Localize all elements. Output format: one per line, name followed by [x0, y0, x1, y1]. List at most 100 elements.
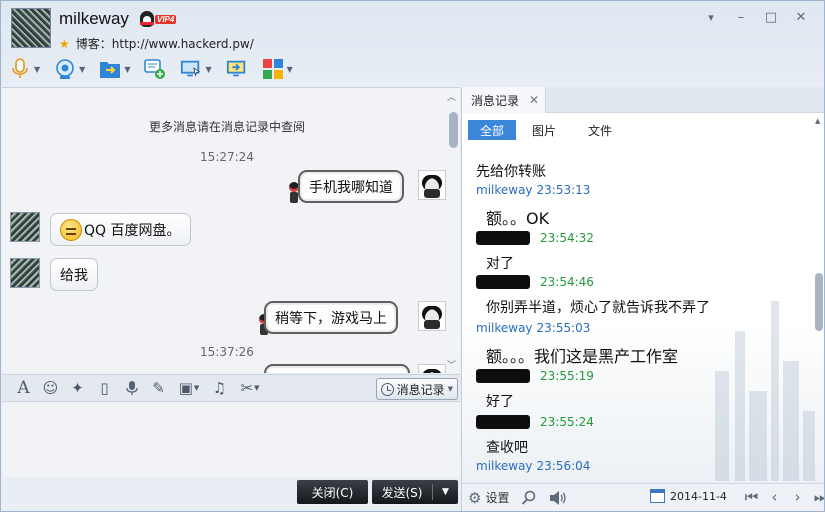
- folder-transfer-icon: [99, 58, 121, 80]
- doodle-icon[interactable]: ✎: [145, 379, 172, 397]
- font-icon[interactable]: A: [10, 378, 37, 398]
- history-scrollbar[interactable]: ▲ ▼: [815, 117, 823, 497]
- gear-icon: ⚙: [468, 488, 482, 507]
- music-icon[interactable]: ♫: [206, 379, 233, 397]
- history-message: 额。。。我们这是黑产工作室: [486, 347, 679, 366]
- filter-images[interactable]: 图片: [516, 120, 572, 140]
- add-chat-icon: [144, 58, 166, 80]
- history-meta: milkeway 23:56:04: [476, 459, 590, 473]
- message-history-button[interactable]: 消息记录 ▼: [375, 378, 458, 400]
- incoming-message[interactable]: 给我: [50, 258, 98, 291]
- history-message: 对了: [486, 256, 514, 272]
- history-time: 23:55:03: [536, 321, 591, 335]
- magic-emoticon-icon[interactable]: ✦: [64, 379, 91, 397]
- tab-message-history[interactable]: 消息记录 ✕: [462, 87, 546, 113]
- history-message: 先给你转账: [476, 164, 546, 180]
- contact-avatar-small[interactable]: [10, 212, 40, 242]
- chevron-down-icon[interactable]: ▼: [34, 65, 40, 74]
- history-footer: ⚙ 设置 2014-11-4 ⏮ ‹ › ⏭: [462, 483, 824, 511]
- close-icon[interactable]: ✕: [529, 93, 539, 107]
- calendar-icon: [650, 489, 665, 503]
- more-messages-notice[interactable]: 更多消息请在消息记录中查阅: [2, 118, 452, 135]
- message-input[interactable]: [2, 403, 460, 477]
- close-window-button[interactable]: ✕: [786, 7, 816, 27]
- history-scrollbar-thumb[interactable]: [815, 273, 823, 331]
- star-icon: ★: [59, 36, 70, 51]
- contact-avatar[interactable]: [11, 8, 51, 48]
- volume-button[interactable]: [549, 490, 567, 506]
- history-sender[interactable]: milkeway: [476, 459, 533, 473]
- chevron-down-icon[interactable]: ▼: [205, 65, 211, 74]
- remote-assist-button[interactable]: ▼: [180, 58, 212, 80]
- emoji-icon[interactable]: ☺: [37, 379, 64, 397]
- redacted-sender: [476, 275, 530, 289]
- create-group-chat-button[interactable]: [144, 58, 166, 80]
- emoji-icon: [60, 218, 82, 241]
- outgoing-message[interactable]: 手机我哪知道: [298, 170, 404, 203]
- first-page-icon[interactable]: ⏮: [740, 488, 763, 506]
- send-options-chevron-icon[interactable]: ▼: [433, 487, 458, 497]
- shake-icon[interactable]: ▯: [91, 379, 118, 397]
- image-icon[interactable]: ▣ ▼: [172, 379, 206, 397]
- voice-call-button[interactable]: ▼: [9, 58, 40, 80]
- video-call-button[interactable]: ▼: [54, 58, 85, 80]
- clock-icon: [380, 382, 394, 396]
- history-pagination: ⏮ ‹ › ⏭: [740, 488, 824, 506]
- chevron-down-icon[interactable]: ▼: [124, 65, 130, 74]
- screenshot-icon[interactable]: ✂ ▼: [233, 379, 267, 397]
- contact-nickname[interactable]: milkeway: [59, 9, 129, 29]
- chevron-down-icon[interactable]: ▼: [79, 65, 85, 74]
- message-history-label: 消息记录: [396, 382, 445, 397]
- outgoing-message[interactable]: 稍等下，游戏马上: [264, 301, 398, 334]
- contact-signature: ★ 博客： http://www.hackerd.pw/: [59, 35, 254, 52]
- date-picker[interactable]: 2014-11-4: [650, 489, 727, 503]
- history-filter-tabs: 全部 图片 文件: [468, 120, 628, 140]
- scroll-down-icon[interactable]: ﹀: [447, 358, 456, 371]
- last-page-icon[interactable]: ⏭: [809, 488, 824, 506]
- my-avatar[interactable]: [418, 364, 446, 373]
- minimize-button[interactable]: –: [726, 7, 756, 27]
- window-menu-button[interactable]: ▾: [696, 7, 726, 27]
- maximize-button[interactable]: □: [756, 7, 786, 27]
- outgoing-message-partial[interactable]: [264, 364, 410, 373]
- history-message: 额。。OK: [486, 209, 550, 228]
- qq-chat-window: milkeway VIP4 ★ 博客： http://www.hackerd.p…: [0, 0, 825, 512]
- history-message: 你别弄半道，烦心了就告诉我不弄了: [486, 300, 710, 316]
- history-time: 23:54:32: [540, 231, 594, 245]
- close-chat-button[interactable]: 关闭(C): [297, 480, 368, 504]
- scroll-up-icon[interactable]: ︿: [447, 90, 456, 103]
- send-file-button[interactable]: ▼: [99, 58, 130, 80]
- history-meta: 23:54:46: [476, 275, 594, 289]
- incoming-message[interactable]: QQ 百度网盘。: [50, 213, 191, 246]
- share-screen-button[interactable]: [226, 58, 248, 80]
- search-button[interactable]: [521, 490, 537, 506]
- voice-message-icon[interactable]: [118, 380, 145, 396]
- history-meta: 23:54:32: [476, 231, 594, 245]
- scroll-up-icon[interactable]: ▲: [815, 117, 820, 125]
- apps-button[interactable]: ▼: [262, 58, 293, 80]
- prev-page-icon[interactable]: ‹: [763, 488, 786, 506]
- message-history-panel: 消息记录 ✕ 全部 图片 文件 先给你转账 milkeway 23:53:13 …: [461, 87, 824, 511]
- contact-avatar-small[interactable]: [10, 258, 40, 288]
- send-button[interactable]: 发送(S) ▼: [372, 480, 458, 504]
- history-time: 23:56:04: [536, 459, 591, 473]
- message-text: 给我: [60, 267, 88, 284]
- history-sender[interactable]: milkeway: [476, 183, 533, 197]
- qq-penguin-icon: [140, 11, 154, 27]
- my-avatar[interactable]: [418, 170, 446, 200]
- filter-all[interactable]: 全部: [468, 120, 516, 140]
- chevron-down-icon[interactable]: ▼: [287, 65, 293, 74]
- chat-message-area[interactable]: ︿ ﹀ 更多消息请在消息记录中查阅 15:27:24 手机我哪知道 QQ 百度网…: [2, 87, 460, 373]
- history-sender[interactable]: milkeway: [476, 321, 533, 335]
- redacted-sender: [476, 231, 530, 245]
- tab-label: 消息记录: [471, 93, 520, 108]
- history-time: 23:53:13: [536, 183, 591, 197]
- filter-files[interactable]: 文件: [572, 120, 628, 140]
- signature-label: 博客：: [75, 37, 112, 51]
- signature-link[interactable]: http://www.hackerd.pw/: [112, 37, 254, 51]
- settings-button[interactable]: ⚙ 设置: [468, 489, 509, 507]
- my-avatar[interactable]: [418, 301, 446, 331]
- vip-badge[interactable]: VIP4: [140, 11, 177, 27]
- next-page-icon[interactable]: ›: [786, 488, 809, 506]
- speaker-icon: [550, 490, 566, 505]
